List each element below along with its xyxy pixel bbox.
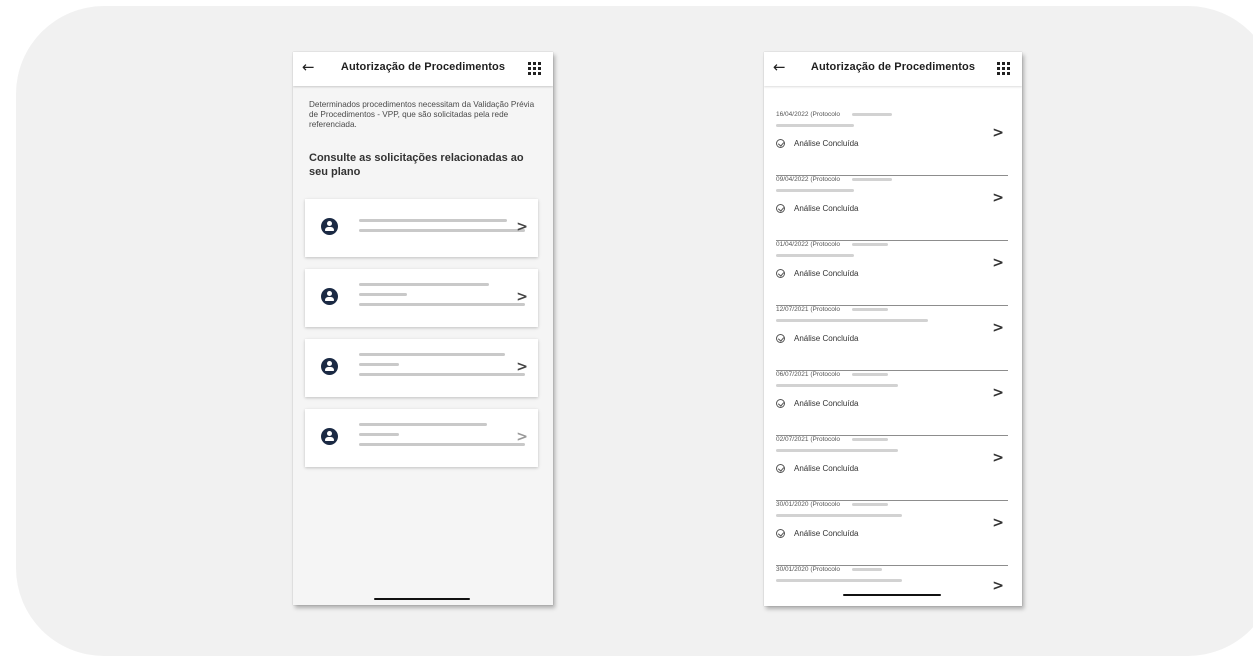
check-circle-icon — [776, 529, 785, 538]
redacted-card-number — [359, 373, 525, 376]
request-date: 06/07/2021 (Protocolo — [776, 371, 840, 378]
redacted-name — [359, 353, 505, 356]
chevron-right-icon: > — [992, 450, 1004, 466]
redacted-procedure — [776, 514, 902, 517]
request-date: 01/04/2022 (Protocolo — [776, 241, 840, 248]
redacted-protocol — [852, 568, 882, 571]
list-item[interactable]: 12/07/2021 (Protocolo Análise Concluída … — [776, 306, 1008, 371]
redacted-protocol — [852, 243, 888, 246]
redacted-name — [359, 363, 399, 366]
redacted-protocol — [852, 373, 888, 376]
redacted-protocol — [852, 308, 888, 311]
redacted-name — [359, 219, 507, 222]
beneficiary-card[interactable]: > — [305, 269, 538, 327]
chevron-right-icon: > — [992, 385, 1004, 401]
app-bar: ← Autorização de Procedimentos — [764, 52, 1022, 86]
check-circle-icon — [776, 334, 785, 343]
person-icon — [321, 218, 338, 235]
redacted-protocol — [852, 503, 888, 506]
request-date: 16/04/2022 (Protocolo — [776, 111, 840, 118]
check-circle-icon — [776, 204, 785, 213]
list-item[interactable]: 09/04/2022 (Protocolo Análise Concluída … — [776, 176, 1008, 241]
check-circle-icon — [776, 139, 785, 148]
home-indicator — [374, 598, 470, 600]
redacted-procedure — [776, 449, 898, 452]
person-icon — [321, 428, 338, 445]
chevron-right-icon: > — [992, 255, 1004, 271]
status-label: Análise Concluída — [776, 204, 858, 213]
status-label: Análise Concluída — [776, 139, 858, 148]
request-date: 09/04/2022 (Protocolo — [776, 176, 840, 183]
request-date: 30/01/2020 (Protocolo — [776, 566, 840, 573]
app-bar: ← Autorização de Procedimentos — [293, 52, 553, 86]
redacted-protocol — [852, 178, 892, 181]
redacted-protocol — [852, 113, 892, 116]
chevron-right-icon: > — [992, 515, 1004, 531]
request-date: 12/07/2021 (Protocolo — [776, 306, 840, 313]
chevron-right-icon: > — [516, 429, 528, 445]
redacted-name — [359, 293, 407, 296]
chevron-right-icon: > — [992, 125, 1004, 141]
redacted-procedure — [776, 189, 854, 192]
redacted-name — [359, 423, 487, 426]
left-phone-screen: ← Autorização de Procedimentos Determina… — [293, 52, 553, 605]
status-label: Análise Concluída — [776, 269, 858, 278]
list-item[interactable]: 01/04/2022 (Protocolo Análise Concluída … — [776, 241, 1008, 306]
check-circle-icon — [776, 464, 785, 473]
page-title: Autorização de Procedimentos — [810, 61, 976, 73]
redacted-card-number — [359, 229, 525, 232]
redacted-procedure — [776, 384, 898, 387]
check-circle-icon — [776, 269, 785, 278]
redacted-card-number — [359, 443, 525, 446]
section-heading: Consulte as solicitações relacionadas ao… — [309, 152, 524, 178]
request-date: 30/01/2020 (Protocolo — [776, 501, 840, 508]
chevron-right-icon: > — [992, 578, 1004, 594]
page-title: Autorização de Procedimentos — [340, 61, 506, 73]
redacted-card-number — [359, 303, 525, 306]
status-label: Análise Concluída — [776, 399, 858, 408]
grid-menu-icon[interactable] — [528, 62, 541, 75]
list-item[interactable]: 30/01/2020 (Protocolo > — [776, 566, 1008, 606]
redacted-name — [359, 433, 399, 436]
beneficiary-card[interactable]: > — [305, 409, 538, 467]
grid-menu-icon[interactable] — [997, 62, 1010, 75]
redacted-procedure — [776, 579, 902, 582]
list-item[interactable]: 02/07/2021 (Protocolo Análise Concluída … — [776, 436, 1008, 501]
chevron-right-icon: > — [516, 219, 528, 235]
beneficiary-card[interactable]: > — [305, 199, 538, 257]
home-indicator — [843, 594, 941, 596]
chevron-right-icon: > — [516, 289, 528, 305]
chevron-right-icon: > — [516, 359, 528, 375]
background-panel — [16, 6, 1253, 656]
redacted-protocol — [852, 438, 888, 441]
chevron-right-icon: > — [992, 190, 1004, 206]
request-date: 02/07/2021 (Protocolo — [776, 436, 840, 443]
list-item[interactable]: 06/07/2021 (Protocolo Análise Concluída … — [776, 371, 1008, 436]
redacted-name — [359, 283, 489, 286]
redacted-procedure — [776, 124, 854, 127]
status-label: Análise Concluída — [776, 334, 858, 343]
list-item[interactable]: 16/04/2022 (Protocolo Análise Concluída … — [776, 111, 1008, 176]
status-label: Análise Concluída — [776, 529, 858, 538]
beneficiary-card[interactable]: > — [305, 339, 538, 397]
list-item[interactable]: 30/01/2020 (Protocolo Análise Concluída … — [776, 501, 1008, 566]
redacted-procedure — [776, 319, 928, 322]
check-circle-icon — [776, 399, 785, 408]
intro-text: Determinados procedimentos necessitam da… — [309, 100, 535, 129]
right-phone-screen: ← Autorização de Procedimentos 16/04/202… — [764, 52, 1022, 606]
redacted-procedure — [776, 254, 854, 257]
chevron-right-icon: > — [992, 320, 1004, 336]
person-icon — [321, 358, 338, 375]
status-label: Análise Concluída — [776, 464, 858, 473]
person-icon — [321, 288, 338, 305]
